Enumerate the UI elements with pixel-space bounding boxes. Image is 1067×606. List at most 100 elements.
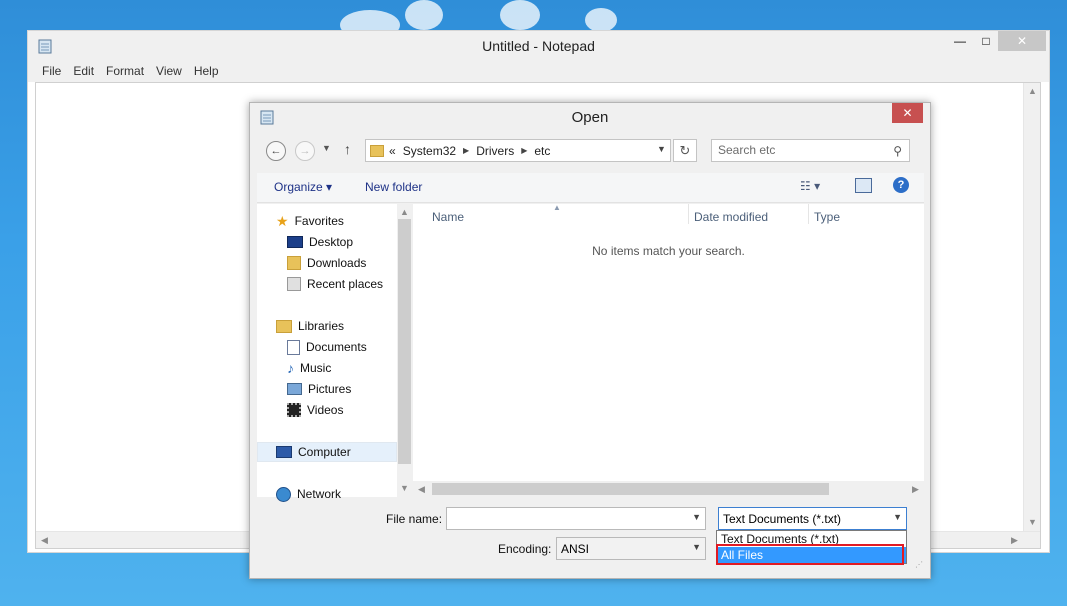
desktop-background-shape xyxy=(500,0,540,30)
minimize-button[interactable]: — xyxy=(948,31,972,51)
forward-button[interactable]: → xyxy=(295,141,315,161)
dialog-close-button[interactable]: ✕ xyxy=(892,103,923,123)
computer-icon xyxy=(276,446,292,458)
nav-item-label: Recent places xyxy=(307,277,384,291)
navigation-pane: ★ Favorites Desktop Downloads Recent pla… xyxy=(257,204,412,502)
file-type-select[interactable]: Text Documents (*.txt) ▼ xyxy=(718,507,907,530)
folder-icon xyxy=(370,144,384,157)
nav-item-computer[interactable]: Computer xyxy=(276,442,351,462)
organize-button[interactable]: Organize ▾ xyxy=(274,180,332,194)
menu-edit[interactable]: Edit xyxy=(67,61,100,82)
nav-item-videos[interactable]: Videos xyxy=(287,400,343,420)
scroll-left-icon[interactable]: ◀ xyxy=(36,532,53,549)
scroll-up-icon[interactable]: ▲ xyxy=(1024,83,1041,100)
videos-icon xyxy=(287,403,301,417)
documents-icon xyxy=(287,339,300,355)
highlight-annotation-box xyxy=(716,544,904,565)
nav-item-network[interactable]: Network xyxy=(276,484,341,504)
scroll-right-icon[interactable]: ▶ xyxy=(907,481,924,497)
scroll-down-icon[interactable]: ▼ xyxy=(1024,514,1041,531)
empty-folder-message: No items match your search. xyxy=(592,244,745,258)
nav-item-favorites[interactable]: ★ Favorites xyxy=(276,211,344,231)
recent-places-icon xyxy=(287,277,301,291)
encoding-select[interactable]: ANSI ▼ xyxy=(556,537,706,560)
sort-ascending-icon: ▲ xyxy=(553,203,561,212)
nav-item-label: Music xyxy=(300,361,332,375)
nav-item-documents[interactable]: Documents xyxy=(287,337,367,357)
help-icon[interactable]: ? xyxy=(893,177,909,193)
recent-locations-dropdown-icon[interactable]: ▼ xyxy=(322,143,331,153)
maximize-button[interactable]: □ xyxy=(974,31,998,51)
change-view-button[interactable]: ☷ ▾ xyxy=(800,179,820,193)
back-button[interactable]: ← xyxy=(266,141,286,161)
nav-item-label: Downloads xyxy=(307,256,367,270)
downloads-icon xyxy=(287,256,301,270)
pictures-icon xyxy=(287,383,302,395)
address-segment-system32[interactable]: System32 xyxy=(403,144,456,158)
resize-grip-icon[interactable]: ⋰ xyxy=(915,560,923,569)
arrow-right-icon: → xyxy=(299,145,311,157)
search-icon[interactable]: ⚲ xyxy=(893,144,902,158)
nav-item-libraries[interactable]: Libraries xyxy=(276,316,344,336)
nav-item-label: Libraries xyxy=(298,319,345,333)
notepad-title: Untitled - Notepad xyxy=(482,38,595,54)
up-one-level-icon[interactable]: ↑ xyxy=(344,141,351,157)
file-list-pane: ▲ Name Date modified Type No items match… xyxy=(413,203,924,497)
address-segment-drivers[interactable]: Drivers xyxy=(476,144,514,158)
column-divider[interactable] xyxy=(688,204,689,224)
encoding-value: ANSI xyxy=(561,541,590,556)
nav-item-pictures[interactable]: Pictures xyxy=(287,379,351,399)
chevron-right-icon[interactable]: ▶ xyxy=(521,146,527,155)
notepad-menubar: File Edit Format View Help xyxy=(28,61,1049,82)
column-header-type[interactable]: Type xyxy=(814,207,840,227)
scrollbar-thumb[interactable] xyxy=(398,219,411,464)
nav-item-recent-places[interactable]: Recent places xyxy=(287,274,383,294)
encoding-label: Encoding: xyxy=(498,542,552,556)
star-icon: ★ xyxy=(276,212,289,229)
nav-item-label: Favorites xyxy=(294,214,344,228)
refresh-button[interactable]: ↻ xyxy=(673,139,697,162)
nav-item-music[interactable]: ♪ Music xyxy=(287,358,331,378)
menu-view[interactable]: View xyxy=(150,61,188,82)
scroll-right-icon[interactable]: ▶ xyxy=(1006,532,1023,549)
notepad-vertical-scrollbar[interactable]: ▲ ▼ xyxy=(1023,83,1040,531)
chevron-down-icon[interactable]: ▼ xyxy=(692,512,701,522)
column-header-name[interactable]: Name xyxy=(432,207,464,227)
refresh-icon: ↻ xyxy=(679,142,691,158)
arrow-left-icon: ← xyxy=(270,145,282,157)
scroll-down-icon[interactable]: ▼ xyxy=(396,480,413,497)
network-icon xyxy=(276,486,291,502)
file-name-input[interactable] xyxy=(451,511,693,526)
file-list-horizontal-scrollbar[interactable]: ◀ ▶ xyxy=(413,481,924,497)
desktop-background-shape xyxy=(405,0,443,30)
nav-item-desktop[interactable]: Desktop xyxy=(287,232,353,252)
address-bar[interactable]: « System32 ▶ Drivers ▶ etc ▼ xyxy=(365,139,671,162)
nav-item-downloads[interactable]: Downloads xyxy=(287,253,366,273)
menu-format[interactable]: Format xyxy=(100,61,150,82)
menu-file[interactable]: File xyxy=(36,61,67,82)
scrollbar-thumb[interactable] xyxy=(432,483,829,495)
new-folder-button[interactable]: New folder xyxy=(365,180,422,194)
command-bar: Organize ▾ New folder ☷ ▾ ? xyxy=(257,173,924,203)
preview-pane-icon[interactable] xyxy=(855,178,872,193)
column-header-date-modified[interactable]: Date modified xyxy=(694,207,768,227)
file-name-label: File name: xyxy=(386,512,443,526)
address-overflow[interactable]: « xyxy=(389,144,396,158)
navigation-pane-scrollbar[interactable]: ▲ ▼ xyxy=(397,204,412,497)
search-input[interactable] xyxy=(718,140,888,160)
nav-item-label: Documents xyxy=(306,340,367,354)
chevron-down-icon[interactable]: ▼ xyxy=(692,542,701,552)
chevron-right-icon[interactable]: ▶ xyxy=(463,146,469,155)
search-box[interactable]: ⚲ xyxy=(711,139,910,162)
chevron-down-icon[interactable]: ▼ xyxy=(657,144,666,154)
address-segment-etc[interactable]: etc xyxy=(534,144,550,158)
column-divider[interactable] xyxy=(808,204,809,224)
close-button[interactable]: ✕ xyxy=(998,31,1046,51)
file-name-combo[interactable]: ▼ xyxy=(446,507,706,530)
menu-help[interactable]: Help xyxy=(188,61,225,82)
notepad-titlebar[interactable]: Untitled - Notepad — □ ✕ xyxy=(28,31,1049,61)
scroll-left-icon[interactable]: ◀ xyxy=(413,481,430,497)
nav-item-label: Desktop xyxy=(309,235,354,249)
desktop-background-shape xyxy=(585,8,617,32)
chevron-down-icon[interactable]: ▼ xyxy=(893,512,902,522)
